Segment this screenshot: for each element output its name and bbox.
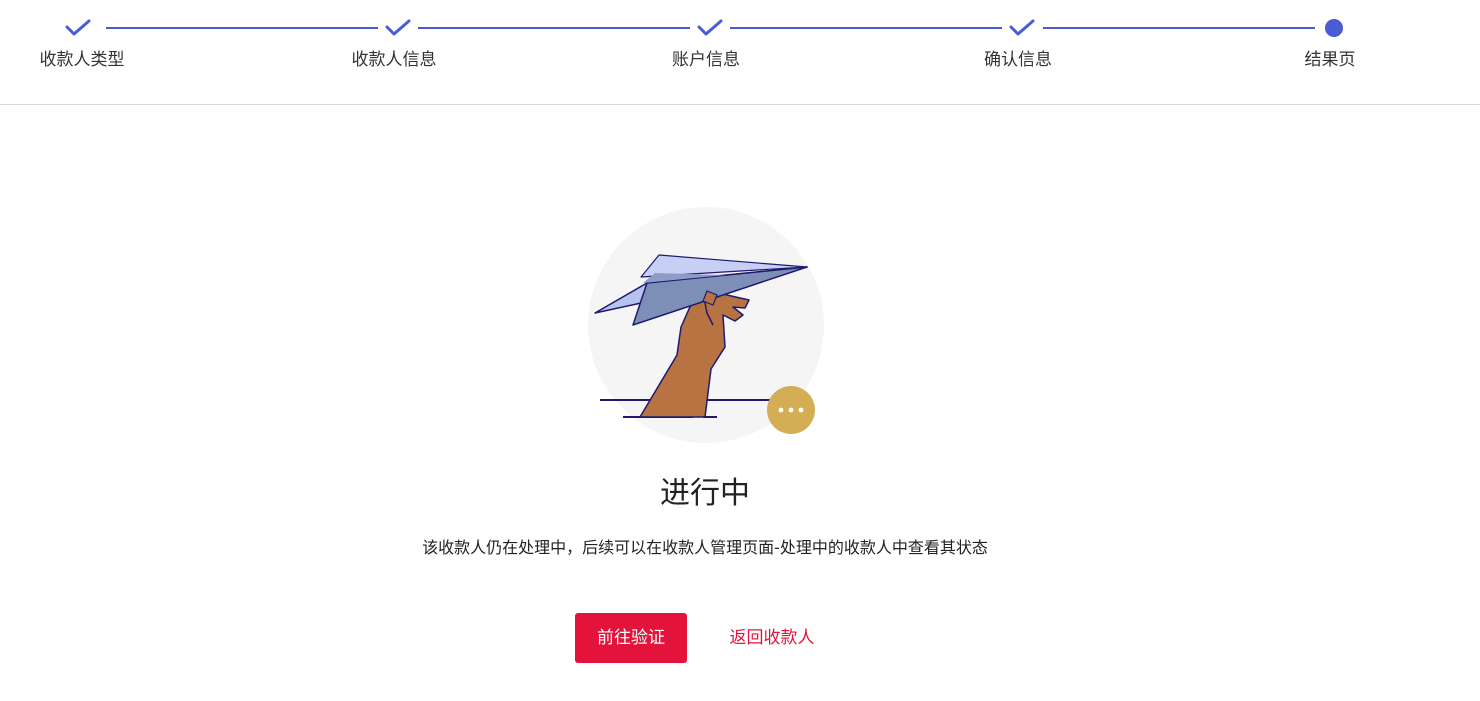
step-5-marker [1320, 14, 1348, 42]
back-to-payees-link[interactable]: 返回收款人 [712, 613, 832, 663]
check-icon [385, 19, 411, 36]
step-connector [418, 27, 690, 29]
ellipsis-badge [767, 386, 815, 434]
progress-stepper: 收款人类型 收款人信息 账户信息 确认信息 结果页 [0, 0, 1480, 105]
step-connector [730, 27, 1002, 29]
ellipsis-icon [778, 407, 804, 413]
status-illustration [585, 205, 825, 445]
current-step-dot-icon [1325, 19, 1343, 37]
step-4-marker [1008, 14, 1036, 42]
step-5-label: 结果页 [1304, 50, 1356, 70]
step-3-marker [696, 14, 724, 42]
step-connector [1043, 27, 1315, 29]
status-description: 该收款人仍在处理中，后续可以在收款人管理页面-处理中的收款人中查看其状态 [422, 538, 988, 557]
step-1-label: 收款人类型 [39, 50, 125, 70]
go-verify-button[interactable]: 前往验证 [575, 613, 687, 663]
check-icon [65, 19, 91, 36]
step-4-label: 确认信息 [984, 50, 1052, 70]
step-3-label: 账户信息 [672, 50, 740, 70]
status-title: 进行中 [660, 476, 750, 511]
step-connector [106, 27, 378, 29]
check-icon [1009, 19, 1035, 36]
check-icon [697, 19, 723, 36]
step-1-marker [64, 14, 92, 42]
step-2-marker [384, 14, 412, 42]
step-2-label: 收款人信息 [351, 50, 437, 70]
